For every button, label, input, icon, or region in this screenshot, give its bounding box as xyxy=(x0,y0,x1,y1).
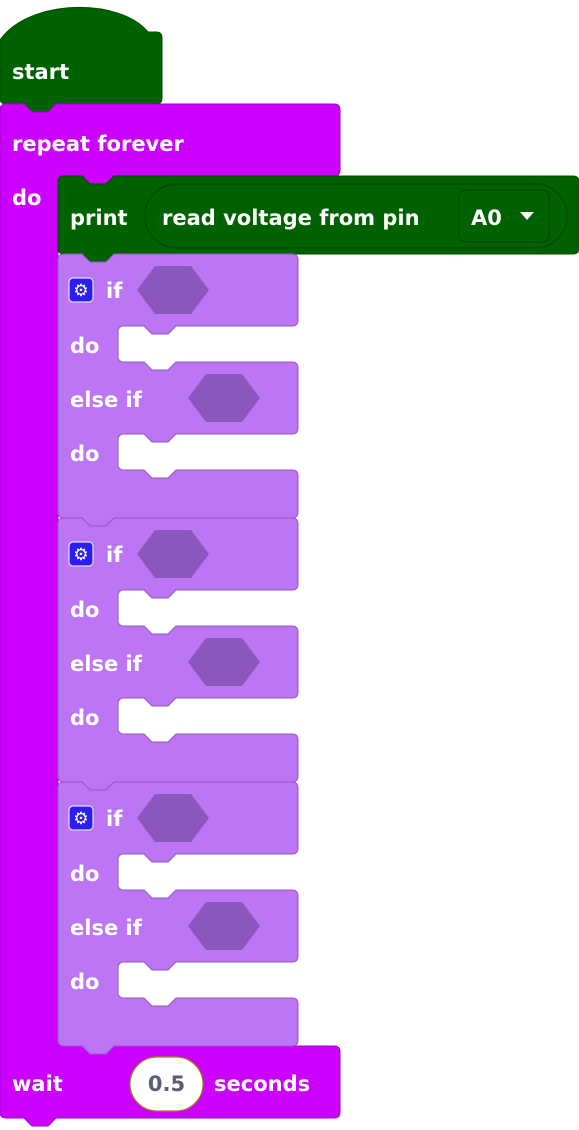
if-label: if xyxy=(106,279,123,303)
gear-icon: ⚙ xyxy=(73,281,88,301)
wait-seconds-input[interactable]: 0.5 xyxy=(129,1056,204,1112)
else-if-label: else if xyxy=(70,652,143,676)
start-label: start xyxy=(12,60,69,84)
if-else-if-block[interactable]: ⚙ if do else if do xyxy=(57,517,299,791)
wait-label: wait xyxy=(12,1072,63,1096)
blockly-workspace: start repeat forever do print read volta… xyxy=(0,7,579,1127)
else-if-do-label: do xyxy=(70,970,99,994)
read-voltage-reporter[interactable]: read voltage from pin A0 xyxy=(144,183,568,249)
pin-dropdown[interactable]: A0 xyxy=(458,189,550,243)
gear-icon: ⚙ xyxy=(73,545,88,565)
read-voltage-label: read voltage from pin xyxy=(162,206,420,230)
else-if-label: else if xyxy=(70,388,143,412)
start-block[interactable]: start xyxy=(0,7,163,113)
print-block[interactable]: print read voltage from pin A0 xyxy=(57,175,579,263)
if-else-if-block[interactable]: ⚙ if do else if do xyxy=(57,253,299,527)
mutator-gear-button[interactable]: ⚙ xyxy=(68,277,94,303)
mutator-gear-button[interactable]: ⚙ xyxy=(68,805,94,831)
repeat-do-label: do xyxy=(12,186,41,210)
else-if-do-label: do xyxy=(70,706,99,730)
if-label: if xyxy=(106,543,123,567)
do-label: do xyxy=(70,334,99,358)
do-label: do xyxy=(70,862,99,886)
pin-dropdown-value: A0 xyxy=(471,206,502,230)
if-label: if xyxy=(106,807,123,831)
print-label: print xyxy=(70,206,128,230)
mutator-gear-button[interactable]: ⚙ xyxy=(68,541,94,567)
else-if-label: else if xyxy=(70,916,143,940)
gear-icon: ⚙ xyxy=(73,809,88,829)
do-label: do xyxy=(70,598,99,622)
wait-unit-label: seconds xyxy=(214,1072,310,1096)
wait-seconds-value: 0.5 xyxy=(148,1072,185,1096)
if-else-if-block[interactable]: ⚙ if do else if do xyxy=(57,781,299,1055)
repeat-forever-label: repeat forever xyxy=(12,132,184,156)
else-if-do-label: do xyxy=(70,442,99,466)
